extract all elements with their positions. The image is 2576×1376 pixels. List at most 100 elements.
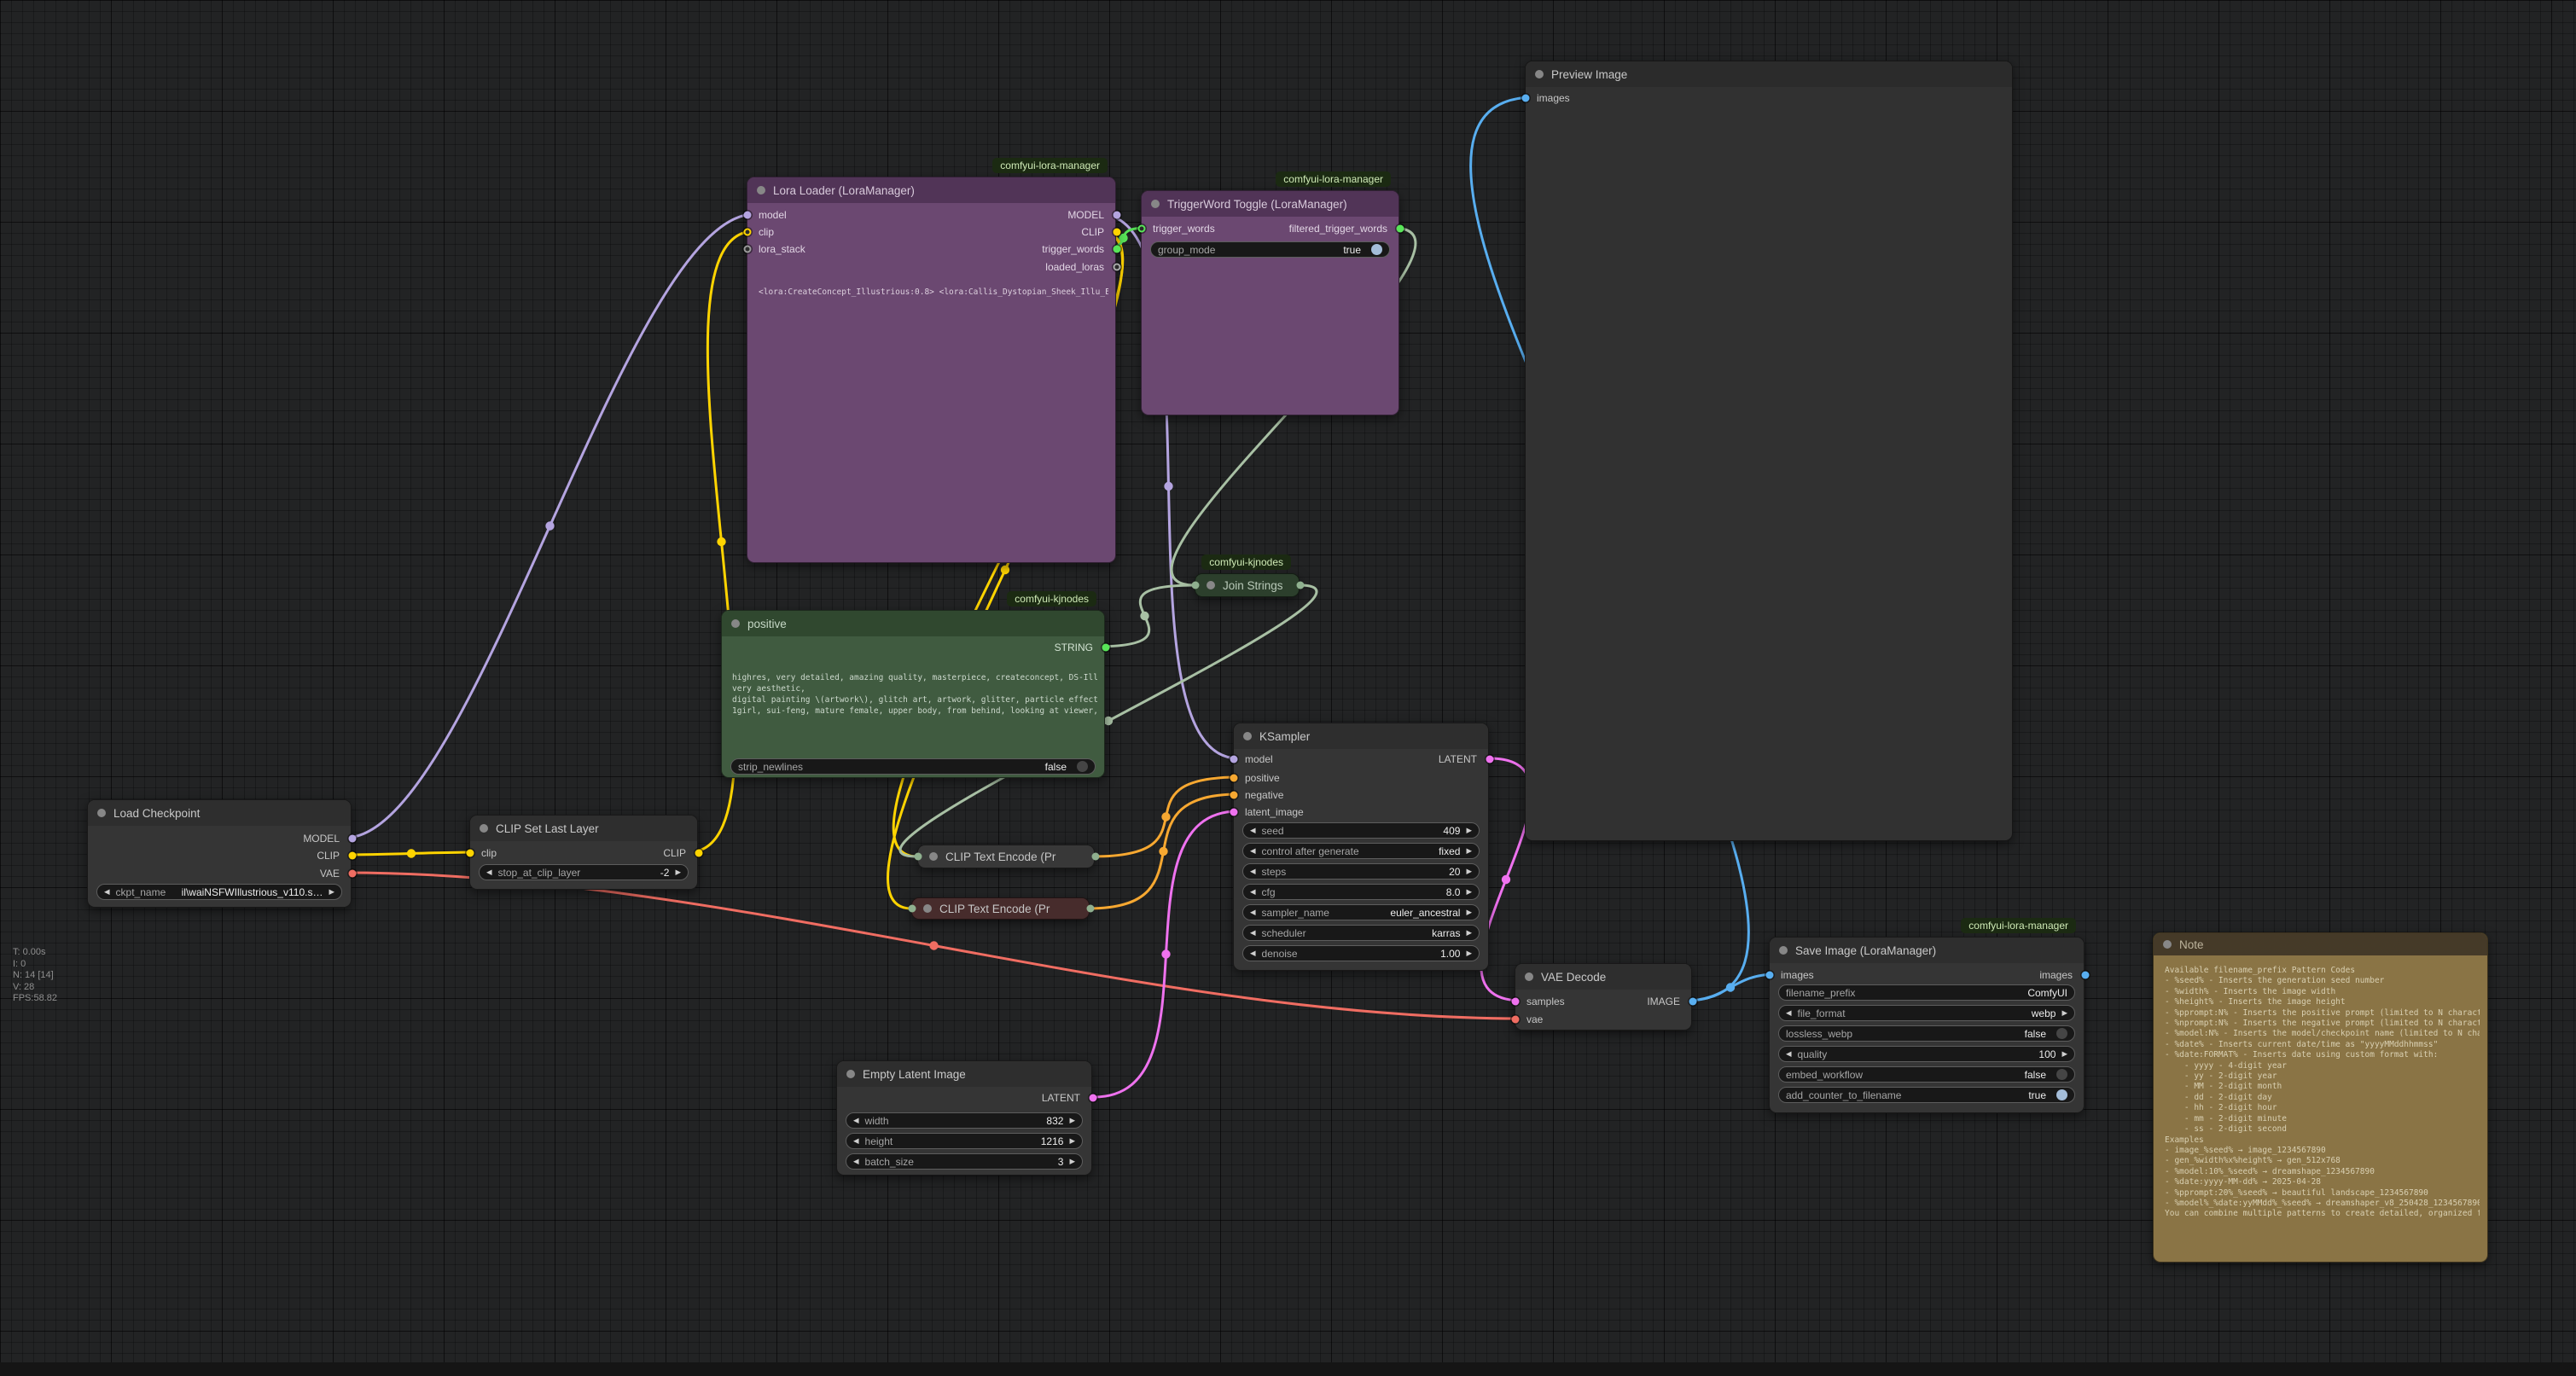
trigger_words-output-port-dot[interactable] — [1114, 246, 1121, 253]
collapsed-output-port-dot[interactable] — [1092, 853, 1100, 861]
node-title-bar[interactable]: VAE Decode — [1515, 964, 1691, 990]
collapsed-input-port-dot[interactable] — [909, 905, 916, 913]
MODEL-output-port-dot[interactable] — [349, 835, 357, 843]
combo-next-icon[interactable]: ▶ — [2061, 1050, 2067, 1058]
steps-widget[interactable]: ◀steps20▶ — [1242, 863, 1480, 880]
collapse-dot-icon[interactable] — [2163, 940, 2172, 949]
collapsed-output-port-dot[interactable] — [1297, 582, 1305, 589]
node-save-image[interactable]: Save Image (LoraManager)imagesimagesfile… — [1769, 937, 2085, 1113]
node-ksampler[interactable]: KSamplermodelpositivenegativelatent_imag… — [1233, 723, 1489, 971]
combo-prev-icon[interactable]: ◀ — [104, 888, 110, 896]
sampler_name-widget[interactable]: ◀sampler_nameeuler_ancestral▶ — [1242, 904, 1480, 920]
images-input-port-dot[interactable] — [1766, 972, 1774, 979]
collapsed-output-port-dot[interactable] — [1087, 905, 1095, 913]
CLIP-output-port-dot[interactable] — [1114, 229, 1121, 236]
images-input-port-dot[interactable] — [1522, 95, 1530, 102]
toggle-knob-icon[interactable] — [2056, 1028, 2067, 1039]
combo-next-icon[interactable]: ▶ — [1466, 909, 1472, 916]
toggle-knob-icon[interactable] — [2056, 1069, 2067, 1080]
MODEL-output-port-dot[interactable] — [1114, 212, 1121, 219]
model-input-port-dot[interactable] — [744, 212, 752, 219]
node-title-bar[interactable]: positive — [722, 611, 1104, 636]
control after generate-widget[interactable]: ◀control after generatefixed▶ — [1242, 843, 1480, 859]
clip-input-port-dot[interactable] — [467, 850, 474, 857]
combo-prev-icon[interactable]: ◀ — [1250, 929, 1256, 937]
LATENT-output-port-dot[interactable] — [1090, 1094, 1097, 1102]
collapse-dot-icon[interactable] — [1535, 70, 1544, 78]
strip_newlines-widget[interactable]: strip_newlinesfalse — [730, 758, 1096, 775]
VAE-output-port-dot[interactable] — [349, 870, 357, 878]
filename_prefix-widget[interactable]: filename_prefixComfyUI — [1778, 984, 2075, 1001]
combo-prev-icon[interactable]: ◀ — [1250, 847, 1256, 855]
combo-prev-icon[interactable]: ◀ — [1250, 949, 1256, 957]
combo-next-icon[interactable]: ▶ — [329, 888, 334, 896]
collapsed-input-port-dot[interactable] — [915, 853, 922, 861]
combo-prev-icon[interactable]: ◀ — [853, 1137, 859, 1145]
scheduler-widget[interactable]: ◀schedulerkarras▶ — [1242, 925, 1480, 941]
node-title-bar[interactable]: Lora Loader (LoraManager) — [747, 177, 1115, 203]
width-widget[interactable]: ◀width832▶ — [846, 1112, 1083, 1129]
IMAGE-output-port-dot[interactable] — [1689, 998, 1697, 1006]
combo-next-icon[interactable]: ▶ — [1069, 1137, 1075, 1145]
images-output-port-dot[interactable] — [2082, 972, 2090, 979]
model-input-port-dot[interactable] — [1230, 756, 1238, 763]
collapse-dot-icon[interactable] — [731, 619, 740, 628]
cfg-widget[interactable]: ◀cfg8.0▶ — [1242, 884, 1480, 900]
CLIP-output-port-dot[interactable] — [349, 852, 357, 860]
lora_stack-input-port-dot[interactable] — [744, 246, 752, 253]
combo-next-icon[interactable]: ▶ — [1466, 888, 1472, 896]
add_counter_to_filename-widget[interactable]: add_counter_to_filenametrue — [1778, 1087, 2075, 1103]
collapse-dot-icon[interactable] — [1779, 946, 1788, 955]
positive-prompt-text-area[interactable]: highres, very detailed, amazing quality,… — [732, 672, 1097, 754]
combo-next-icon[interactable]: ▶ — [1466, 949, 1472, 957]
combo-prev-icon[interactable]: ◀ — [853, 1117, 859, 1124]
node-title-bar[interactable]: Load Checkpoint — [88, 800, 351, 826]
combo-prev-icon[interactable]: ◀ — [486, 868, 492, 876]
combo-next-icon[interactable]: ▶ — [2061, 1009, 2067, 1017]
height-widget[interactable]: ◀height1216▶ — [846, 1133, 1083, 1149]
toggle-knob-icon[interactable] — [2056, 1089, 2067, 1100]
node-preview-image[interactable]: Preview Imageimages — [1525, 61, 2013, 841]
negative-input-port-dot[interactable] — [1230, 792, 1238, 799]
STRING-output-port-dot[interactable] — [1102, 644, 1110, 652]
node-empty-latent-image[interactable]: Empty Latent ImageLATENT◀width832▶◀heigh… — [836, 1060, 1092, 1176]
collapse-dot-icon[interactable] — [846, 1070, 855, 1078]
collapse-dot-icon[interactable] — [923, 904, 932, 913]
denoise-widget[interactable]: ◀denoise1.00▶ — [1242, 945, 1480, 961]
lora-loader-text-area[interactable]: <lora:CreateConcept_Illustrious:0.8> <lo… — [759, 287, 1108, 551]
combo-next-icon[interactable]: ▶ — [1466, 929, 1472, 937]
collapse-dot-icon[interactable] — [1151, 200, 1160, 208]
node-triggerword-toggle[interactable]: TriggerWord Toggle (LoraManager)trigger_… — [1141, 190, 1399, 415]
combo-prev-icon[interactable]: ◀ — [1250, 888, 1256, 896]
quality-widget[interactable]: ◀quality100▶ — [1778, 1046, 2075, 1062]
positive-input-port-dot[interactable] — [1230, 775, 1238, 782]
node-title-bar[interactable]: CLIP Set Last Layer — [470, 816, 697, 841]
combo-prev-icon[interactable]: ◀ — [1786, 1009, 1792, 1017]
batch_size-widget[interactable]: ◀batch_size3▶ — [846, 1153, 1083, 1170]
combo-prev-icon[interactable]: ◀ — [1786, 1050, 1792, 1058]
node-lora-loader[interactable]: Lora Loader (LoraManager)modelcliplora_s… — [747, 177, 1116, 563]
node-join-strings[interactable]: Join Strings — [1195, 573, 1300, 597]
collapse-dot-icon[interactable] — [97, 809, 106, 817]
combo-next-icon[interactable]: ▶ — [1466, 868, 1472, 875]
ckpt_name-widget[interactable]: ◀ckpt_nameil\waiNSFWIllustrious_v110.s…▶ — [96, 884, 342, 900]
filtered_trigger_words-output-port-dot[interactable] — [1397, 225, 1404, 233]
node-note[interactable]: NoteAvailable filename_prefix Pattern Co… — [2153, 932, 2488, 1263]
combo-next-icon[interactable]: ▶ — [1069, 1158, 1075, 1165]
seed-widget[interactable]: ◀seed409▶ — [1242, 822, 1480, 839]
combo-next-icon[interactable]: ▶ — [1069, 1117, 1075, 1124]
collapse-dot-icon[interactable] — [1525, 972, 1533, 981]
toggle-knob-icon[interactable] — [1077, 761, 1088, 772]
CLIP-output-port-dot[interactable] — [695, 850, 703, 857]
node-clip-set-last-layer[interactable]: CLIP Set Last LayerclipCLIP◀stop_at_clip… — [469, 815, 698, 890]
node-clip-text-encode-negative[interactable]: CLIP Text Encode (Pr — [911, 897, 1090, 920]
node-graph-canvas[interactable]: T: 0.00sI: 0N: 14 [14]V: 28FPS:58.82 Loa… — [0, 0, 2576, 1376]
combo-next-icon[interactable]: ▶ — [675, 868, 681, 876]
collapse-dot-icon[interactable] — [1243, 732, 1252, 740]
loaded_loras-output-port-dot[interactable] — [1114, 264, 1121, 271]
lossless_webp-widget[interactable]: lossless_webpfalse — [1778, 1025, 2075, 1042]
node-title-bar[interactable]: Save Image (LoraManager) — [1770, 938, 2084, 963]
combo-prev-icon[interactable]: ◀ — [1250, 868, 1256, 875]
clip-input-port-dot[interactable] — [744, 229, 752, 236]
samples-input-port-dot[interactable] — [1512, 998, 1520, 1006]
